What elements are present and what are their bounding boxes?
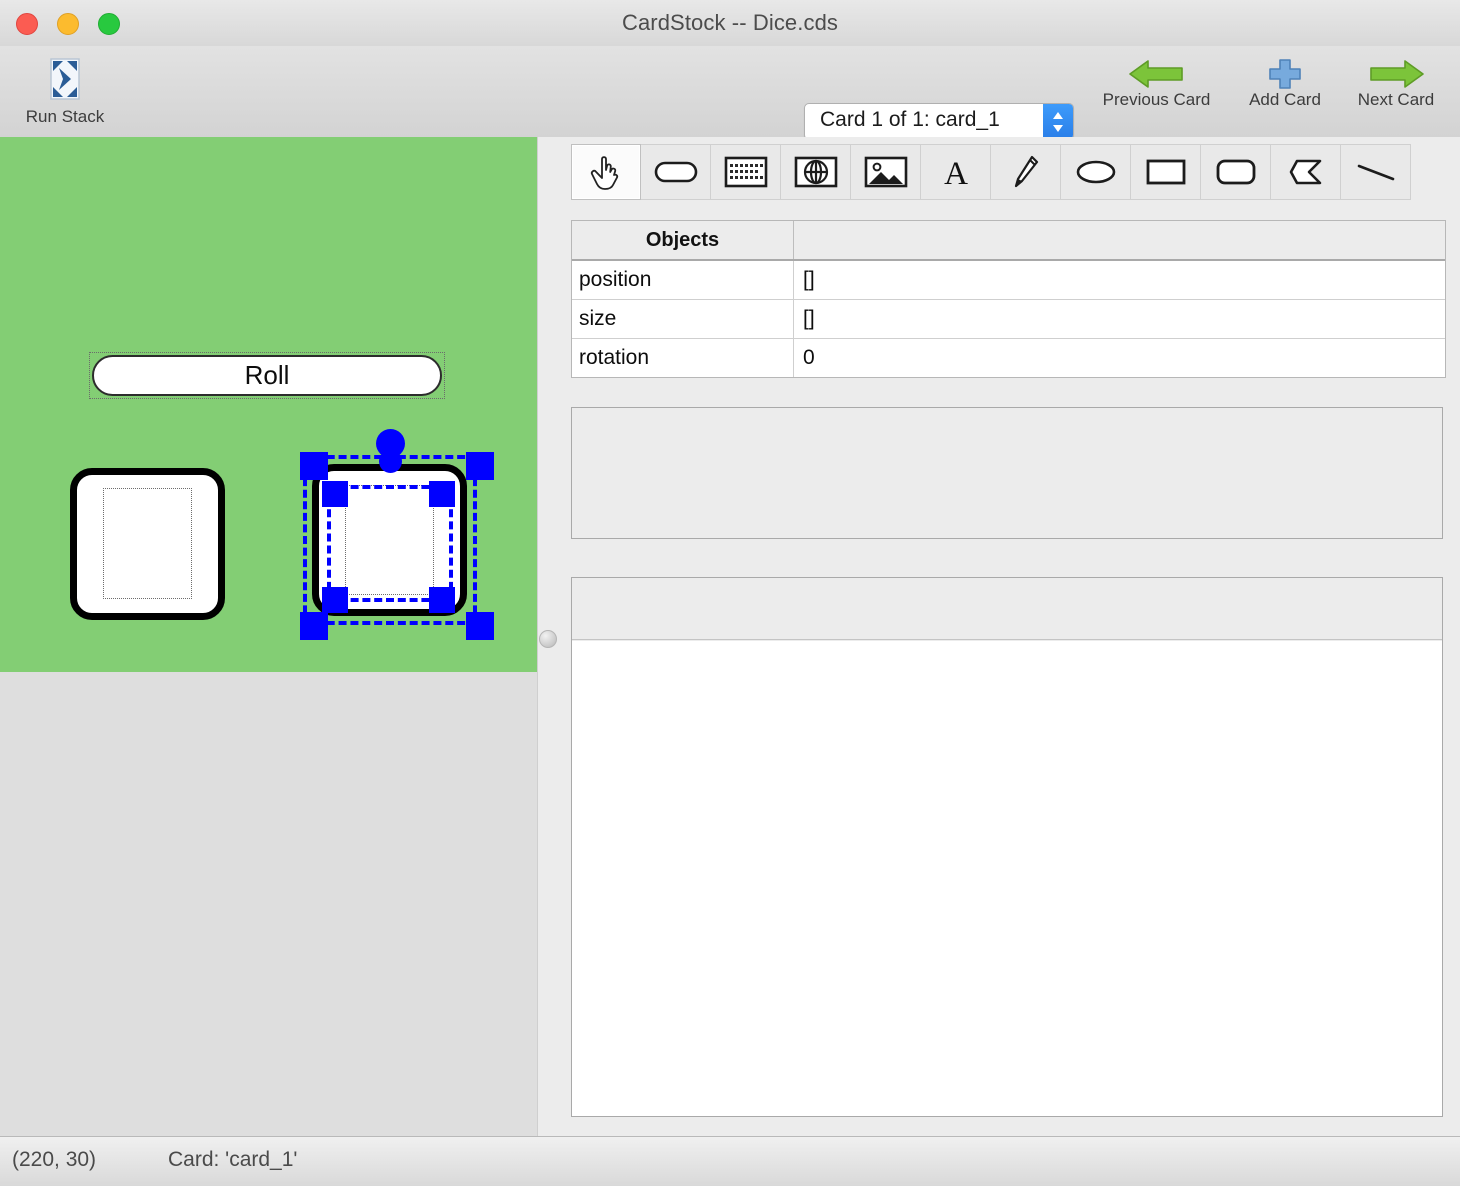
tool-label[interactable]: A: [921, 144, 991, 200]
resize-handle-top-left[interactable]: [300, 452, 328, 480]
code-editor-body[interactable]: [572, 641, 1442, 1116]
splitter-grip[interactable]: [539, 630, 557, 648]
resize-handle-top-right[interactable]: [466, 452, 494, 480]
card-selector-value: Card 1 of 1: card_1: [820, 108, 1000, 131]
property-name-size: size: [572, 300, 794, 338]
tool-palette: A: [571, 144, 1411, 200]
rectangle-icon: [1144, 157, 1188, 187]
tool-rectangle[interactable]: [1131, 144, 1201, 200]
roll-button-label: Roll: [92, 355, 442, 396]
tool-pen[interactable]: [991, 144, 1061, 200]
tool-rounded-rectangle[interactable]: [1201, 144, 1271, 200]
property-grid-header-value: [794, 221, 1445, 259]
image-icon: [864, 155, 908, 189]
property-grid-header: Objects: [572, 221, 1445, 261]
polygon-icon: [1287, 157, 1325, 187]
code-editor-header: [572, 578, 1442, 640]
status-coordinates: (220, 30): [12, 1148, 97, 1171]
property-grid: Objects position [] size [] rotation 0: [571, 220, 1446, 378]
property-name-rotation: rotation: [572, 339, 794, 377]
plus-icon: [1265, 57, 1305, 91]
status-bar: (220, 30) Card: 'card_1': [0, 1136, 1460, 1186]
tool-web-view[interactable]: [781, 144, 851, 200]
tool-button[interactable]: [641, 144, 711, 200]
tool-hand[interactable]: [571, 144, 641, 200]
tool-image[interactable]: [851, 144, 921, 200]
resize-handle-bottom-right[interactable]: [466, 612, 494, 640]
card-selector[interactable]: Card 1 of 1: card_1: [804, 103, 1074, 140]
status-card-info: Card: 'card_1': [168, 1148, 298, 1171]
next-card-label: Next Card: [1357, 90, 1435, 109]
inspector-pane: A Objects position [] size [] rotation 0: [557, 137, 1460, 1137]
card-editor-pane: Roll: [0, 137, 537, 1137]
right-arrow-icon: [1365, 57, 1427, 91]
run-stack-label: Run Stack: [25, 107, 105, 126]
line-icon: [1354, 159, 1398, 185]
pointing-hand-icon: [589, 153, 623, 191]
rotation-handle-pivot[interactable]: [379, 450, 402, 473]
globe-icon: [794, 155, 838, 189]
die-1-child-outline: [103, 488, 192, 599]
rounded-rect-icon: [1214, 157, 1258, 187]
run-stack-icon: [0, 53, 130, 105]
resize-handle-bottom-left[interactable]: [300, 612, 328, 640]
application-window: CardStock -- Dice.cds Run Stack Card 1 o…: [0, 0, 1460, 1186]
property-row-size[interactable]: size []: [572, 300, 1445, 339]
add-card-label: Add Card: [1249, 90, 1321, 109]
code-editor-panel[interactable]: [571, 577, 1443, 1117]
next-card-button[interactable]: Next Card: [1347, 60, 1445, 110]
property-row-position[interactable]: position []: [572, 261, 1445, 300]
inner-handle-top-right[interactable]: [429, 481, 455, 507]
property-grid-header-objects: Objects: [572, 221, 794, 259]
rounded-button-icon: [654, 159, 698, 185]
letter-a-icon: A: [939, 155, 973, 189]
inner-handle-bottom-right[interactable]: [429, 587, 455, 613]
property-value-position[interactable]: []: [794, 261, 1445, 299]
property-row-rotation[interactable]: rotation 0: [572, 339, 1445, 377]
card-object-roll-button[interactable]: Roll: [89, 352, 445, 399]
svg-text:A: A: [944, 156, 968, 189]
previous-card-label: Previous Card: [1102, 90, 1211, 109]
run-stack-button[interactable]: Run Stack: [0, 53, 130, 127]
oval-icon: [1074, 157, 1118, 187]
inner-handle-top-left[interactable]: [322, 481, 348, 507]
title-bar: CardStock -- Dice.cds: [0, 0, 1460, 47]
property-value-rotation[interactable]: 0: [794, 339, 1445, 377]
inner-handle-bottom-left[interactable]: [322, 587, 348, 613]
tool-polygon[interactable]: [1271, 144, 1341, 200]
left-arrow-icon: [1126, 57, 1188, 91]
card-canvas[interactable]: Roll: [0, 137, 537, 672]
card-selector-stepper-icon[interactable]: [1043, 104, 1073, 139]
window-title: CardStock -- Dice.cds: [621, 10, 839, 35]
pencil-icon: [1011, 154, 1041, 190]
handler-selector-panel[interactable]: [571, 407, 1443, 539]
tool-oval[interactable]: [1061, 144, 1131, 200]
tool-line[interactable]: [1341, 144, 1411, 200]
tool-text-field[interactable]: [711, 144, 781, 200]
property-name-position: position: [572, 261, 794, 299]
main-toolbar: Run Stack Card 1 of 1: card_1 Previous C…: [0, 46, 1460, 140]
add-card-button[interactable]: Add Card: [1240, 59, 1330, 110]
property-value-size[interactable]: []: [794, 300, 1445, 338]
previous-card-button[interactable]: Previous Card: [1090, 60, 1223, 110]
text-field-icon: [724, 155, 768, 189]
